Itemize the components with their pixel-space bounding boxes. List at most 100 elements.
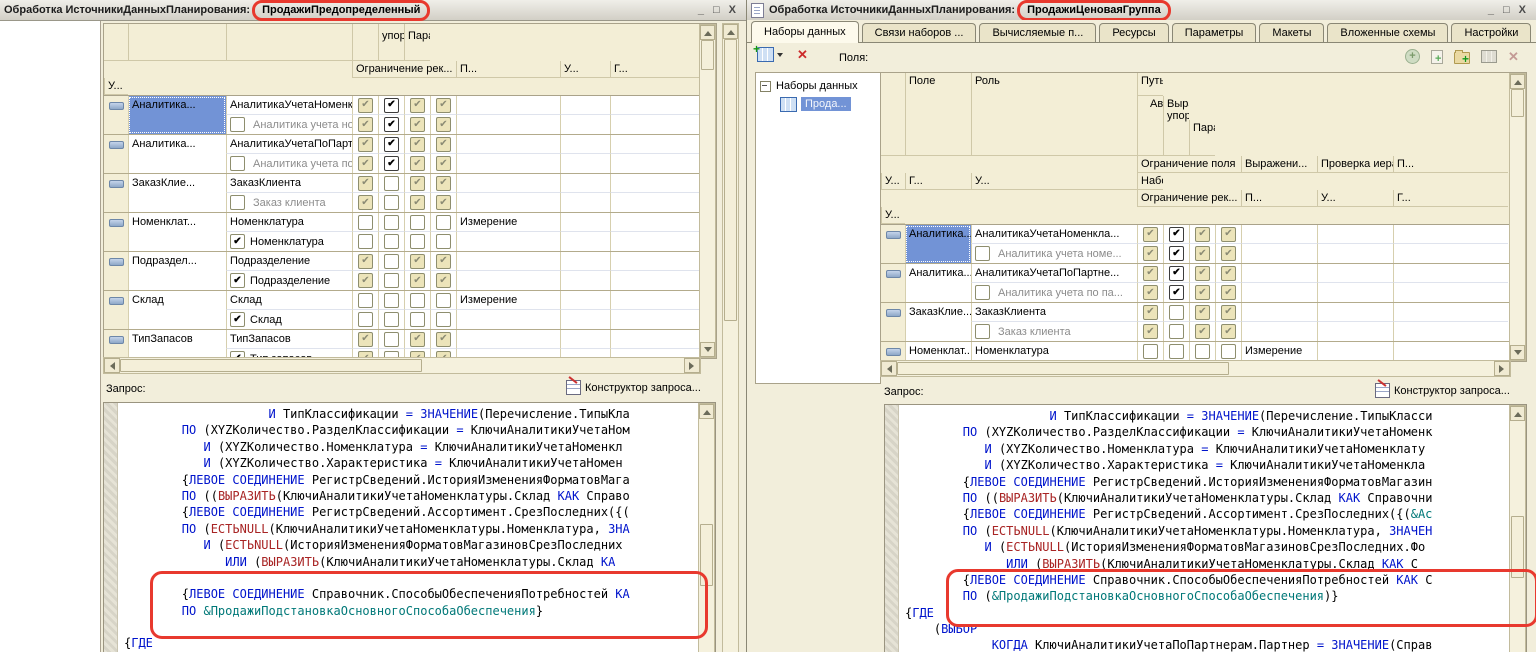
- restriction-checkbox-cell[interactable]: [352, 213, 378, 232]
- col-role[interactable]: Роль: [971, 73, 1137, 156]
- field-cell[interactable]: Аналитика...: [128, 135, 226, 173]
- checkbox-dim[interactable]: [1195, 305, 1210, 320]
- checkbox-off[interactable]: [1169, 305, 1184, 320]
- role-cell[interactable]: [456, 232, 560, 251]
- checkbox-off[interactable]: [1169, 344, 1184, 359]
- checkbox-off[interactable]: [1195, 344, 1210, 359]
- restriction-checkbox-cell[interactable]: [352, 252, 378, 271]
- hierarchy-cell[interactable]: [610, 310, 699, 329]
- hierarchy-cell[interactable]: [610, 135, 699, 154]
- checkbox-dim[interactable]: [410, 332, 425, 347]
- restriction-checkbox-cell[interactable]: [430, 310, 456, 329]
- tab-Вычисляемые п...[interactable]: Вычисляемые п...: [979, 23, 1096, 42]
- col-param[interactable]: Параметр: [404, 24, 430, 61]
- scroll-thumb[interactable]: [1511, 516, 1524, 578]
- role-cell[interactable]: [1241, 244, 1317, 263]
- right-titlebar[interactable]: Обработка ИсточникиДанныхПланирования: П…: [747, 0, 1536, 21]
- row-drag-handle[interactable]: [881, 225, 905, 263]
- hierarchy-cell[interactable]: [1393, 322, 1508, 341]
- role-cell[interactable]: [456, 310, 560, 329]
- col-u2[interactable]: У...: [104, 78, 128, 95]
- restriction-checkbox-cell[interactable]: [1215, 264, 1241, 283]
- scroll-thumb[interactable]: [897, 362, 1229, 375]
- col-expr[interactable]: Выражени...: [1241, 156, 1317, 173]
- order-expr-cell[interactable]: [560, 271, 610, 290]
- restriction-checkbox-cell[interactable]: [378, 310, 404, 329]
- tree-item-dataset-sales[interactable]: Прода...: [758, 95, 878, 113]
- restriction-checkbox-cell[interactable]: [404, 330, 430, 349]
- left-query-text[interactable]: И ТипКлассификации = ЗНАЧЕНИЕ(Перечислен…: [124, 406, 697, 652]
- restriction-checkbox-cell[interactable]: [352, 330, 378, 349]
- tab-Наборы данных[interactable]: Наборы данных: [751, 21, 859, 43]
- row-drag-handle[interactable]: [881, 303, 905, 341]
- checkbox-bold[interactable]: [384, 98, 399, 113]
- col-p[interactable]: П...: [1393, 156, 1508, 173]
- scroll-up-icon[interactable]: [1514, 408, 1522, 417]
- checkbox-off[interactable]: [436, 234, 451, 249]
- title-checkbox[interactable]: [975, 246, 990, 261]
- restriction-checkbox-cell[interactable]: [1189, 342, 1215, 361]
- field-cell[interactable]: Аналитика...: [905, 264, 971, 302]
- row-drag-handle[interactable]: [104, 174, 128, 212]
- field-cell[interactable]: Номенклат...: [905, 342, 971, 362]
- checkbox-dim[interactable]: [358, 117, 373, 132]
- checkbox-dim[interactable]: [358, 332, 373, 347]
- scroll-thumb[interactable]: [120, 359, 422, 372]
- path-title-cell[interactable]: Заказ клиента: [226, 193, 352, 212]
- right-table-vscrollbar[interactable]: [1509, 73, 1526, 361]
- role-cell[interactable]: [456, 96, 560, 115]
- checkbox-off[interactable]: [384, 332, 399, 347]
- table-row-Номенклатура[interactable]: Номенклат...НоменклатураИзмерениеНоменкл…: [881, 342, 1526, 362]
- table-row-ЗаказКлиента[interactable]: ЗаказКлие...ЗаказКлиентаЗаказ клиента: [881, 303, 1526, 342]
- checkbox-dim[interactable]: [436, 273, 451, 288]
- delete-field-icon[interactable]: ✕: [1508, 50, 1519, 63]
- collapse-icon[interactable]: [760, 81, 771, 92]
- table-row-Склад[interactable]: СкладСкладИзмерениеСклад: [104, 291, 716, 330]
- col-order-expr[interactable]: упорядочив...: [378, 24, 404, 61]
- restriction-checkbox-cell[interactable]: [1189, 303, 1215, 322]
- checkbox-dim[interactable]: [410, 137, 425, 152]
- restriction-checkbox-cell[interactable]: [1189, 244, 1215, 263]
- tab-Ресурсы[interactable]: Ресурсы: [1099, 23, 1168, 42]
- field-cell[interactable]: Аналитика...: [905, 225, 971, 263]
- scroll-thumb[interactable]: [701, 40, 714, 70]
- restriction-checkbox-cell[interactable]: [352, 96, 378, 115]
- checkbox-dim[interactable]: [410, 117, 425, 132]
- restriction-checkbox-cell[interactable]: [1137, 244, 1163, 263]
- restriction-checkbox-cell[interactable]: [378, 330, 404, 349]
- role-cell[interactable]: [456, 193, 560, 212]
- restriction-checkbox-cell[interactable]: [378, 174, 404, 193]
- checkbox-off[interactable]: [436, 215, 451, 230]
- row-drag-handle[interactable]: [104, 291, 128, 329]
- field-cell[interactable]: Аналитика...: [128, 96, 226, 134]
- order-expr-cell[interactable]: [1317, 342, 1393, 361]
- checkbox-off[interactable]: [384, 215, 399, 230]
- delete-dataset-button[interactable]: ✕: [797, 48, 808, 61]
- checkbox-dim[interactable]: [1143, 324, 1158, 339]
- left-query-editor[interactable]: И ТипКлассификации = ЗНАЧЕНИЕ(Перечислен…: [103, 402, 716, 652]
- restriction-checkbox-cell[interactable]: [378, 193, 404, 212]
- restriction-checkbox-cell[interactable]: [378, 271, 404, 290]
- role-cell[interactable]: [1241, 225, 1317, 244]
- checkbox-off[interactable]: [384, 293, 399, 308]
- path-cell[interactable]: Номенклатура: [971, 342, 1137, 361]
- right-query-constructor-link[interactable]: Конструктор запроса...: [1375, 383, 1510, 398]
- restriction-checkbox-cell[interactable]: [430, 174, 456, 193]
- checkbox-dim[interactable]: [358, 156, 373, 171]
- restriction-checkbox-cell[interactable]: [378, 291, 404, 310]
- datasets-tree[interactable]: Наборы данных Прода...: [755, 72, 881, 384]
- checkbox-off[interactable]: [358, 312, 373, 327]
- title-checkbox[interactable]: [230, 312, 245, 327]
- checkbox-dim[interactable]: [1221, 266, 1236, 281]
- checkbox-dim[interactable]: [1221, 227, 1236, 242]
- role-cell[interactable]: [456, 135, 560, 154]
- maximize-icon[interactable]: □: [713, 4, 720, 16]
- restriction-checkbox-cell[interactable]: [1215, 283, 1241, 302]
- right-query-editor[interactable]: И ТипКлассификации = ЗНАЧЕНИЕ(Перечислен…: [884, 404, 1527, 652]
- checkbox-dim[interactable]: [436, 332, 451, 347]
- checkbox-dim[interactable]: [410, 195, 425, 210]
- checkbox-dim[interactable]: [410, 273, 425, 288]
- left-titlebar[interactable]: Обработка ИсточникиДанныхПланирования: П…: [0, 0, 746, 21]
- hierarchy-cell[interactable]: [1393, 264, 1508, 283]
- title-checkbox[interactable]: [975, 324, 990, 339]
